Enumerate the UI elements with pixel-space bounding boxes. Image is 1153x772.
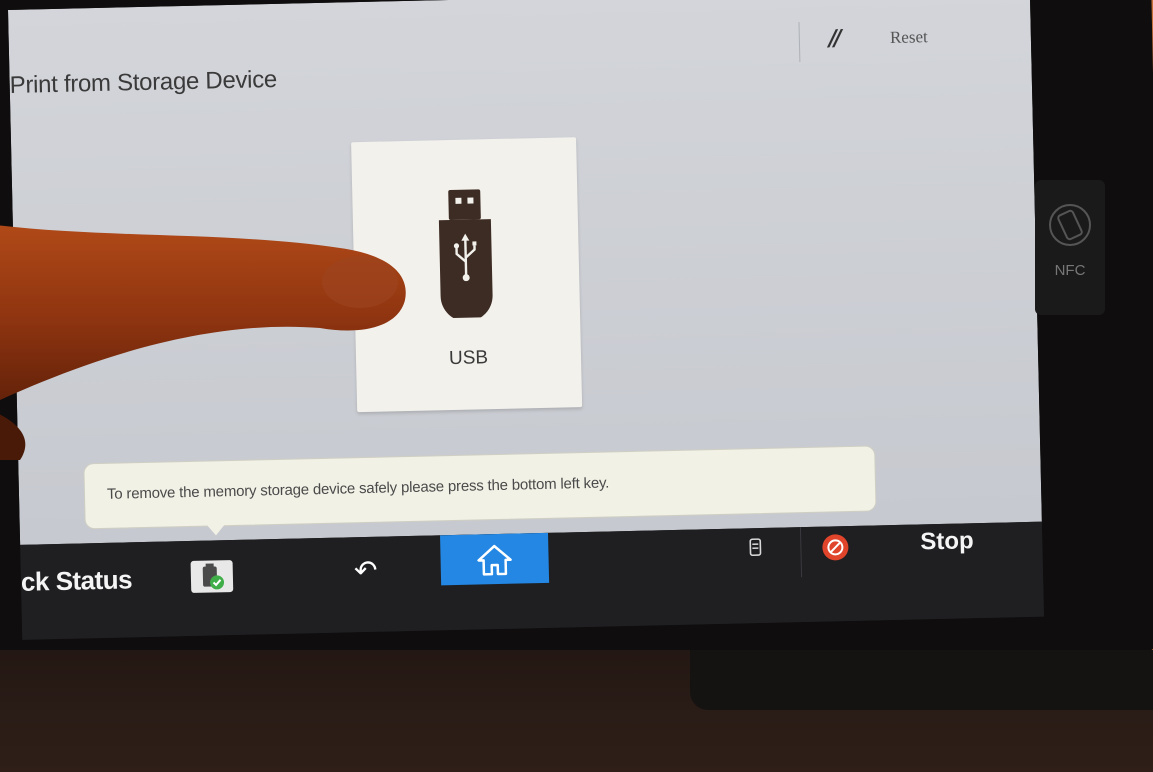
recall-button[interactable]: // xyxy=(808,19,859,60)
usb-drive-icon xyxy=(438,189,493,319)
main-content-area: // Reset Print from Storage Device USB T… xyxy=(8,0,1042,545)
nfc-phone-icon xyxy=(1049,204,1091,246)
usb-tile-button[interactable]: USB xyxy=(351,137,583,413)
reset-button[interactable]: Reset xyxy=(868,17,949,59)
touch-screen: // Reset Print from Storage Device USB T… xyxy=(8,0,1045,640)
back-arrow-icon: ↶ xyxy=(353,553,378,588)
usb-tile-label: USB xyxy=(448,347,489,370)
page-title: Print from Storage Device xyxy=(9,65,278,99)
nfc-label: NFC xyxy=(1054,262,1086,279)
header-divider xyxy=(798,22,801,63)
stop-separator xyxy=(799,527,803,578)
notice-text: To remove the memory storage device safe… xyxy=(106,474,610,503)
device-lower-trim xyxy=(690,650,1153,710)
storage-device-status-button[interactable] xyxy=(190,560,234,593)
job-status-button[interactable]: ck Status xyxy=(21,564,133,598)
back-button[interactable]: ↶ xyxy=(335,546,396,595)
storage-check-icon xyxy=(202,563,225,590)
notice-tooltip: To remove the memory storage device safe… xyxy=(83,445,877,536)
home-button[interactable] xyxy=(440,532,550,586)
home-icon xyxy=(477,544,512,576)
storage-icon xyxy=(749,538,762,557)
notice-tooltip-tail xyxy=(205,523,226,536)
stop-button[interactable]: Stop xyxy=(920,527,974,556)
nfc-reader: NFC xyxy=(1035,180,1105,315)
stop-icon[interactable] xyxy=(820,532,851,563)
photo-scene: // Reset Print from Storage Device USB T… xyxy=(0,0,1153,772)
